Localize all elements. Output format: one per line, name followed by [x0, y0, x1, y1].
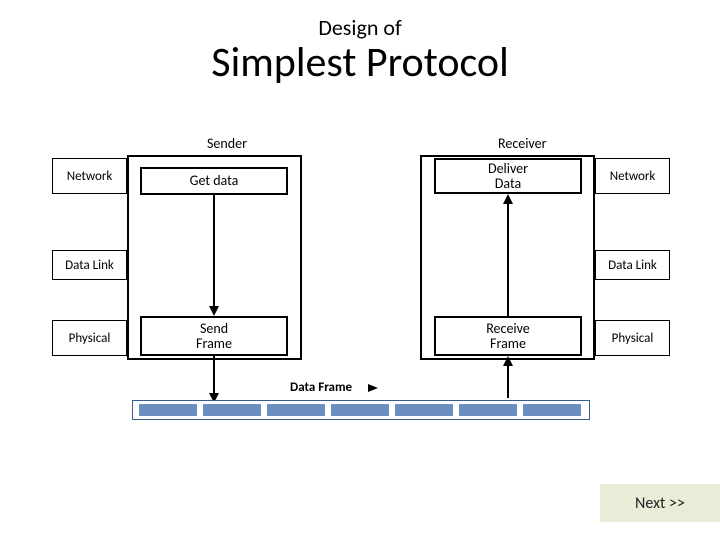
sender-arrow-head-1 [209, 306, 219, 316]
layer-physical-left: Physical [52, 320, 127, 356]
title-large: Simplest Protocol [0, 37, 720, 88]
next-button[interactable]: Next >> [600, 484, 720, 522]
layer-network-right: Network [595, 158, 670, 194]
channel-segment [395, 404, 453, 416]
data-frame-label: Data Frame [290, 380, 352, 395]
receiver-arrow-head-1 [503, 356, 513, 366]
data-frame-arrow-icon [368, 384, 378, 392]
channel-segment [459, 404, 517, 416]
channel-segment [331, 404, 389, 416]
next-button-label: Next >> [635, 494, 685, 513]
send-frame-box: Send Frame [140, 316, 288, 356]
deliver-data-box: Deliver Data [434, 158, 582, 194]
receive-frame-box: Receive Frame [434, 316, 582, 356]
channel-segment [267, 404, 325, 416]
get-data-label: Get data [190, 173, 239, 188]
channel [132, 400, 590, 420]
layer-datalink-left: Data Link [52, 250, 127, 280]
deliver-data-label: Deliver Data [488, 161, 528, 192]
layer-network-left: Network [52, 158, 127, 194]
sender-arrow-line-1 [213, 195, 215, 307]
receiver-arrow-line-2 [507, 204, 509, 316]
slide-title: Design of Simplest Protocol [0, 0, 720, 88]
channel-segment [203, 404, 261, 416]
channel-segment [139, 404, 197, 416]
layer-datalink-right: Data Link [595, 250, 670, 280]
receiver-header: Receiver [498, 135, 546, 152]
send-frame-label: Send Frame [196, 321, 232, 352]
channel-segment [523, 404, 581, 416]
get-data-box: Get data [140, 167, 288, 195]
sender-header: Sender [207, 135, 247, 152]
sender-arrow-line-2 [213, 356, 215, 394]
layer-physical-right: Physical [595, 320, 670, 356]
receiver-arrow-line-1 [507, 366, 509, 398]
receive-frame-label: Receive Frame [486, 321, 530, 352]
receiver-arrow-head-2 [503, 194, 513, 204]
